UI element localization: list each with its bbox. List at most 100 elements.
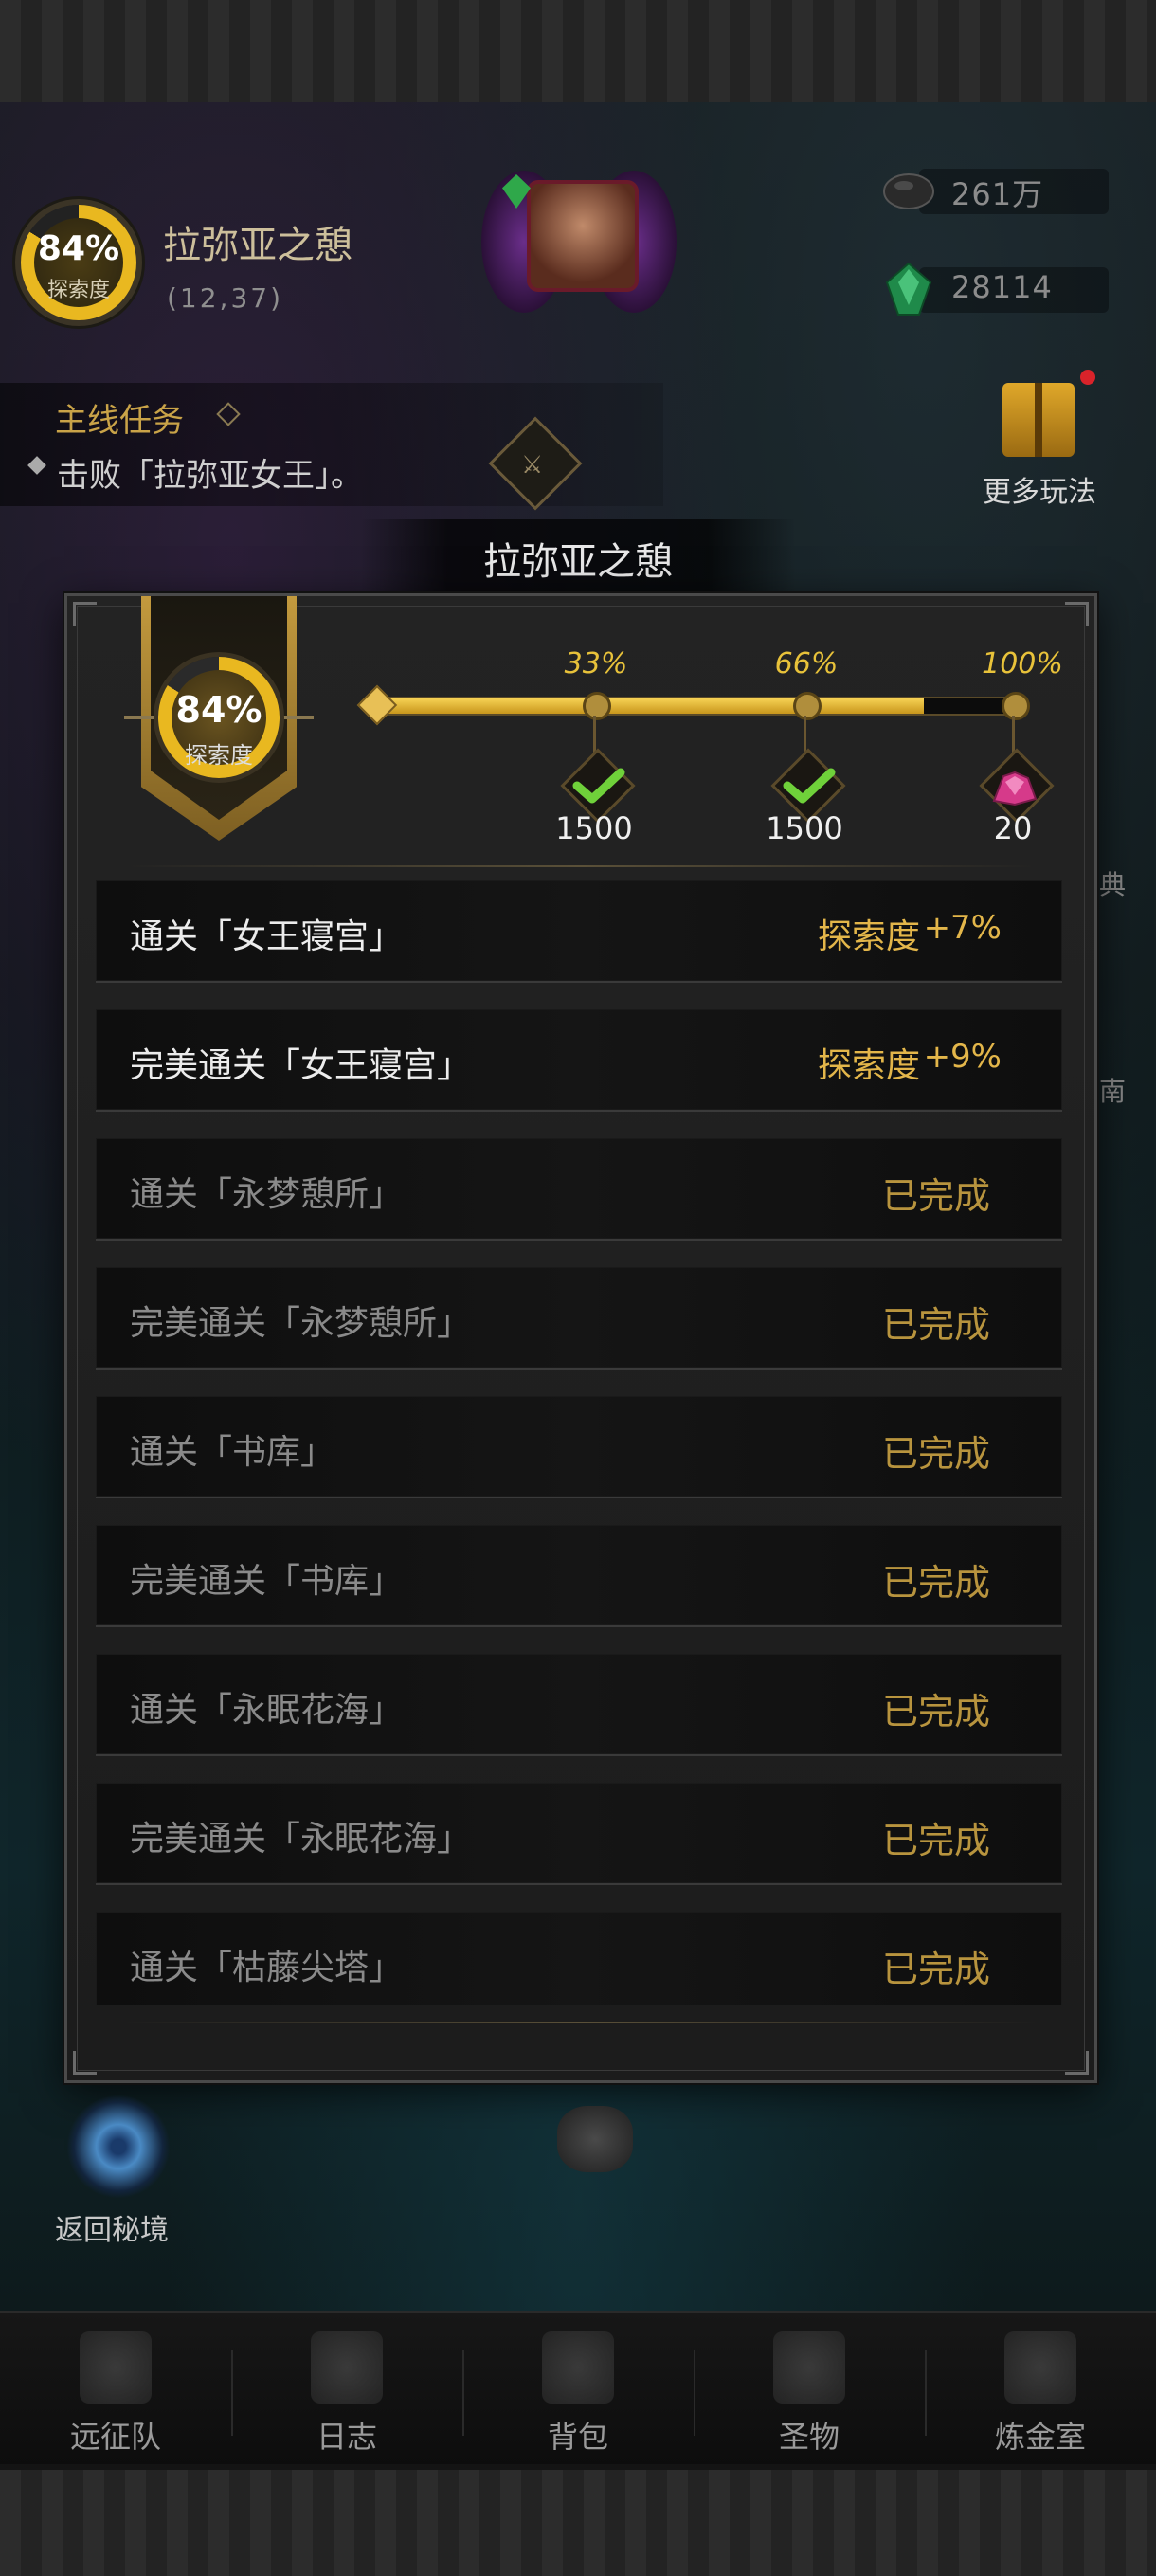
task-name: 通关「永眠花海」 [130,1691,404,1730]
exploration-dialog: 84% 探索度 33% 1500 66% 1500 100% 20 通关「女王寝… [64,593,1097,2083]
corner-ornament [73,602,97,626]
task-reward-value: +7% [923,909,1002,947]
task-row[interactable]: 完美通关「书库」 已完成 [96,1525,1062,1627]
bottom-nav: 远征队 日志 背包 圣物 炼金室 [0,2311,1156,2466]
task-status: 已完成 [881,1433,990,1475]
task-name: 完美通关「永梦憩所」 [130,1304,472,1343]
zone-explore-label: 探索度 [46,279,110,302]
zone-name: 拉弥亚之憩 [163,224,352,267]
task-name: 通关「女王寝宫」 [130,917,404,956]
zone-coordinates: (12,37) [167,282,284,314]
nav-label: 日志 [316,2419,377,2455]
task-row[interactable]: 完美通关「女王寝宫」 探索度 +9% [96,1009,1062,1112]
milestone-reward-qty: 1500 [555,810,633,846]
task-name: 完美通关「永眠花海」 [130,1820,472,1859]
currency-gem-value: 28114 [951,269,1053,305]
explore-progress-fill [384,698,924,714]
task-status: 已完成 [881,1304,990,1346]
return-button-label[interactable]: 返回秘境 [55,2206,169,2248]
task-status: 已完成 [881,1820,990,1861]
brazier-icon [773,2331,845,2404]
nav-relics[interactable]: 圣物 [694,2313,925,2466]
task-row[interactable]: 通关「枯藤尖塔」 已完成 [96,1912,1062,2005]
milestone-reward-qty: 20 [993,810,1033,846]
milestone-reward-qty: 1500 [766,810,843,846]
corner-ornament [73,2051,97,2075]
nav-log[interactable]: 日志 [231,2313,462,2466]
dialog-explore-label: 探索度 [185,742,253,769]
milestone-node [583,692,611,720]
quest-title: 主线任务 [55,402,184,440]
task-name: 通关「书库」 [130,1433,335,1472]
main-quest-panel[interactable]: 主线任务 击败「拉弥亚女王」。 ⚔ [0,383,663,511]
emerald-icon [885,262,932,316]
milestone-node [1002,692,1030,720]
dialog-explore-badge: 84% 探索度 [124,647,314,788]
task-row[interactable]: 完美通关「永眠花海」 已完成 [96,1783,1062,1885]
notification-dot [1080,370,1095,385]
zone-explore-badge[interactable]: 84% 探索度 [13,197,144,328]
divider [124,2022,1038,2023]
portal-icon[interactable] [66,2095,171,2199]
dialog-explore-percent: 84% [175,689,262,731]
task-list[interactable]: 通关「女王寝宫」 探索度 +7% 完美通关「女王寝宫」 探索度 +9% 通关「永… [96,880,1062,2005]
bag-icon [542,2331,614,2404]
side-button-label-fragment[interactable]: 典 [1099,864,1126,902]
rock-decoration [557,2106,633,2172]
task-row[interactable]: 通关「永梦憩所」 已完成 [96,1138,1062,1241]
more-play-label: 更多玩法 [983,476,1096,509]
task-name: 通关「枯藤尖塔」 [130,1949,404,1987]
nav-label: 远征队 [69,2419,161,2455]
helmet-icon [80,2331,152,2404]
currency-gem: 28114 [881,262,1118,322]
bottom-frame-bar [0,2464,1156,2576]
task-row[interactable]: 通关「女王寝宫」 探索度 +7% [96,880,1062,983]
currency-ore: 261万 [881,163,1118,224]
gift-box-icon [1002,383,1075,457]
explore-progress-bar [382,697,1028,716]
top-frame-bar [0,0,1156,108]
pink-crystal-icon [992,771,1038,807]
task-reward-label: 探索度 [817,917,920,956]
task-row[interactable]: 通关「永眠花海」 已完成 [96,1654,1062,1756]
task-name: 完美通关「书库」 [130,1562,404,1601]
corner-ornament [1065,602,1089,626]
task-name: 完美通关「女王寝宫」 [130,1046,472,1085]
milestone-percent: 100% [982,647,1063,680]
dialog-title: 拉弥亚之憩 [483,540,673,584]
alchemy-icon [1004,2331,1076,2404]
nav-bag[interactable]: 背包 [462,2313,694,2466]
hero-avatar [527,180,639,292]
milestone-percent: 66% [774,647,839,680]
nav-label: 背包 [547,2419,608,2455]
task-row[interactable]: 完美通关「永梦憩所」 已完成 [96,1267,1062,1370]
milestone-node [793,692,822,720]
currency-ore-value: 261万 [951,176,1044,212]
task-row[interactable]: 通关「书库」 已完成 [96,1396,1062,1498]
progress-start-diamond-icon [356,684,398,726]
claimed-check-icon [783,768,836,804]
task-reward-value: +9% [923,1038,1002,1076]
zone-explore-percent: 84% [37,229,120,268]
task-reward-label: 探索度 [817,1046,920,1085]
task-status: 已完成 [881,1175,990,1217]
more-play-button[interactable]: 更多玩法 [968,370,1111,512]
quest-bullet-icon [27,456,46,475]
claimed-check-icon [572,768,625,804]
nav-alchemy[interactable]: 炼金室 [925,2313,1156,2466]
ore-icon [883,173,934,209]
nav-label: 圣物 [778,2419,840,2455]
nav-expedition[interactable]: 远征队 [0,2313,231,2466]
hero-portrait[interactable] [481,142,677,337]
task-status: 已完成 [881,1562,990,1604]
quest-title-diamond-icon [216,402,241,426]
side-button-label-fragment[interactable]: 南 [1099,1071,1126,1109]
scroll-icon [311,2331,383,2404]
task-status: 已完成 [881,1949,990,1990]
task-status: 已完成 [881,1691,990,1732]
nav-label: 炼金室 [994,2419,1086,2455]
milestone-percent: 33% [564,647,628,680]
quest-description: 击败「拉弥亚女王」。 [57,457,363,495]
divider [124,865,1038,867]
task-name: 通关「永梦憩所」 [130,1175,404,1214]
